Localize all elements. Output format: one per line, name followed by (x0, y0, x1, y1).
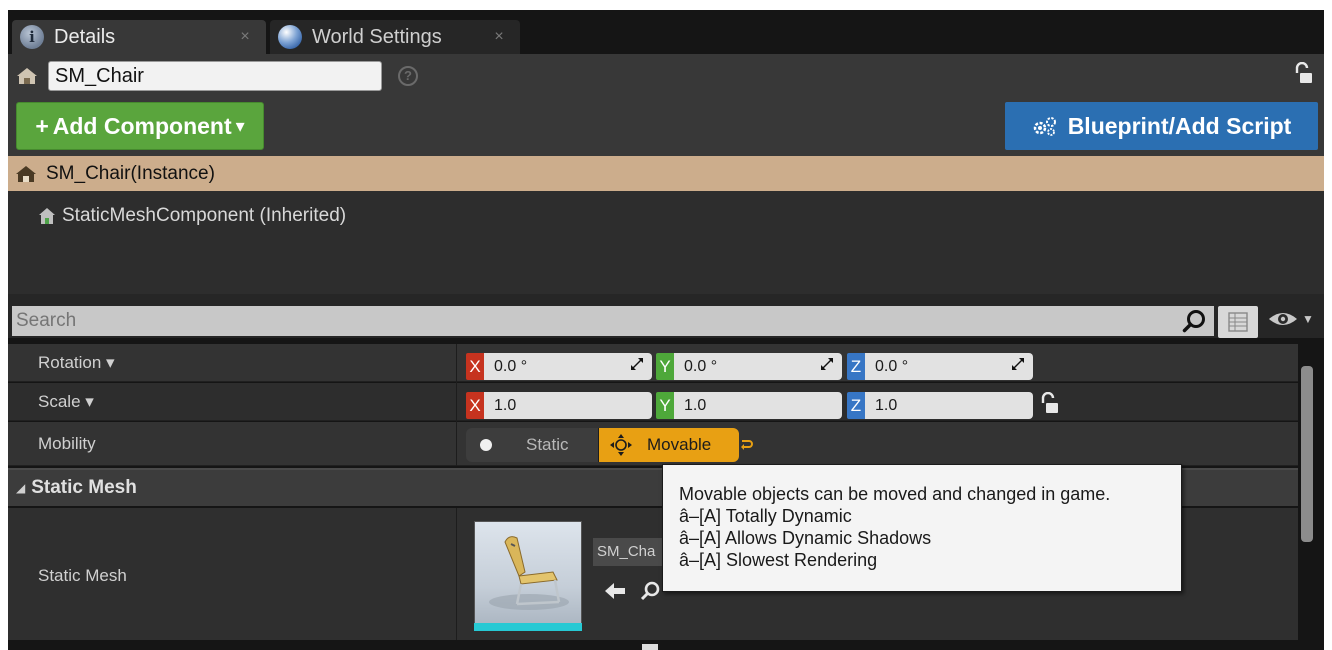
axis-x-label: X (466, 353, 484, 380)
column-divider[interactable] (456, 508, 457, 640)
chevron-down-icon: ▼ (1302, 312, 1314, 326)
gears-icon (1033, 117, 1056, 136)
mobility-selector: Static Movable (466, 428, 739, 462)
resize-arrows-icon[interactable] (820, 357, 834, 371)
axis-x-label: X (466, 392, 484, 419)
collapse-triangle-icon: ◢ (16, 481, 26, 495)
globe-icon (278, 25, 302, 49)
chevron-down-icon: ▾ (235, 115, 245, 136)
mobility-label: Mobility (38, 434, 96, 453)
mobility-movable-option[interactable]: Movable (598, 428, 739, 462)
tab-world-settings[interactable]: World Settings × (270, 20, 520, 54)
scale-x-value[interactable]: 1.0 (484, 392, 652, 419)
scrollbar-thumb[interactable] (1301, 366, 1313, 542)
rotation-label[interactable]: Rotation ▾ (38, 344, 115, 382)
grid-view-icon (1228, 312, 1248, 332)
search-icon[interactable] (1182, 308, 1208, 334)
axis-z-label: Z (847, 353, 865, 380)
close-icon[interactable]: × (234, 28, 256, 46)
static-mesh-asset-name[interactable]: SM_Cha (593, 538, 663, 566)
help-icon[interactable]: ? (398, 66, 418, 86)
plus-icon: + (35, 112, 49, 139)
rotation-z-field[interactable]: Z 0.0 ° (847, 353, 1033, 380)
visibility-dropdown[interactable]: ▼ (1268, 310, 1314, 328)
lock-icon[interactable] (1294, 62, 1314, 86)
scale-z-value[interactable]: 1.0 (865, 392, 1033, 419)
component-inherited-label: StaticMeshComponent (Inherited) (62, 205, 347, 226)
axis-z-label: Z (847, 392, 865, 419)
rotation-x-field[interactable]: X 0.0 ° (466, 353, 652, 380)
static-mesh-category-label: Static Mesh (31, 477, 137, 498)
scale-row: Scale ▾ (8, 383, 1298, 421)
close-icon[interactable]: × (488, 28, 510, 46)
rotation-x-text: 0.0 ° (494, 358, 528, 375)
rotation-z-text: 0.0 ° (875, 358, 909, 375)
arrow-left-icon[interactable] (604, 582, 626, 600)
info-icon: i (20, 25, 44, 49)
static-mesh-icon (39, 208, 55, 224)
static-dot-icon (480, 439, 492, 451)
rotation-z-value[interactable]: 0.0 ° (865, 353, 1033, 380)
view-options-button[interactable] (1218, 306, 1258, 338)
scale-y-field[interactable]: Y 1.0 (656, 392, 842, 419)
tab-bar: i Details × World Settings × (8, 10, 1324, 54)
static-mesh-label: Static Mesh (38, 566, 127, 585)
axis-y-label: Y (656, 353, 674, 380)
tab-world-settings-label: World Settings (312, 25, 442, 48)
tooltip-line: â–[A] Totally Dynamic (679, 506, 852, 526)
blueprint-add-script-label: Blueprint/Add Script (1067, 112, 1292, 139)
blueprint-add-script-button[interactable]: Blueprint/Add Script (1005, 102, 1318, 150)
tab-details-label: Details (54, 25, 116, 48)
mobility-static-option[interactable]: Static (466, 428, 598, 462)
add-component-label: Add Component (52, 112, 232, 139)
actor-icon (17, 68, 37, 84)
resize-handle[interactable] (642, 644, 658, 650)
resize-arrows-icon[interactable] (1011, 357, 1025, 371)
column-divider[interactable] (456, 344, 457, 466)
static-label: Static (526, 435, 569, 454)
scale-x-field[interactable]: X 1.0 (466, 392, 652, 419)
scale-lock-icon[interactable] (1040, 392, 1060, 416)
rotation-y-text: 0.0 ° (684, 358, 718, 375)
add-component-button[interactable]: + Add Component ▾ (16, 102, 264, 150)
scale-label[interactable]: Scale ▾ (38, 383, 94, 421)
actor-icon (16, 165, 36, 182)
rotation-x-value[interactable]: 0.0 ° (484, 353, 652, 380)
rotation-row: Rotation ▾ (8, 344, 1298, 382)
asset-type-color-bar (474, 623, 582, 631)
search-input[interactable] (12, 306, 1214, 336)
static-mesh-thumbnail[interactable] (474, 521, 582, 631)
component-row-instance[interactable]: SM_Chair(Instance) (8, 156, 1324, 191)
tooltip-line: â–[A] Allows Dynamic Shadows (679, 528, 932, 548)
rotation-y-field[interactable]: Y 0.0 ° (656, 353, 842, 380)
actor-name-field[interactable]: SM_Chair (48, 61, 382, 91)
mobility-tooltip: Movable objects can be moved and changed… (662, 464, 1182, 592)
eye-icon (1269, 313, 1297, 325)
movable-label: Movable (647, 435, 712, 454)
reset-to-default-icon[interactable] (740, 438, 754, 452)
scale-z-field[interactable]: Z 1.0 (847, 392, 1033, 419)
axis-y-label: Y (656, 392, 674, 419)
tab-details[interactable]: i Details × (12, 20, 266, 54)
resize-arrows-icon[interactable] (630, 357, 644, 371)
scale-y-value[interactable]: 1.0 (674, 392, 842, 419)
move-arrows-icon (610, 434, 632, 456)
chair-thumbnail-image (489, 536, 569, 610)
component-instance-label: SM_Chair(Instance) (46, 162, 215, 184)
browse-search-icon[interactable] (640, 580, 662, 602)
component-row-inherited[interactable]: StaticMeshComponent (Inherited) (8, 200, 1324, 232)
tooltip-title: Movable objects can be moved and changed… (679, 484, 1111, 504)
tooltip-line: â–[A] Slowest Rendering (679, 550, 878, 570)
rotation-y-value[interactable]: 0.0 ° (674, 353, 842, 380)
